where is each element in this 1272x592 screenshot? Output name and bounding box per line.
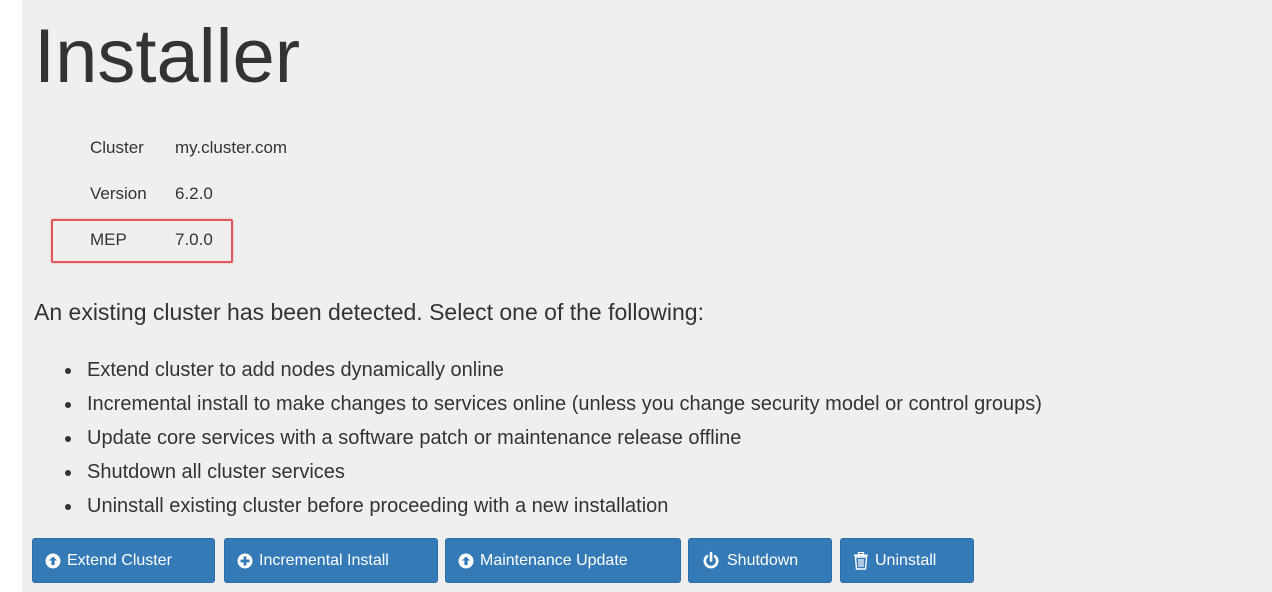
info-value: my.cluster.com	[175, 138, 288, 157]
detection-prompt: An existing cluster has been detected. S…	[34, 299, 704, 325]
uninstall-button[interactable]: Uninstall	[840, 538, 974, 583]
list-item: Shutdown all cluster services	[59, 455, 1042, 489]
plus-circle-icon	[237, 553, 253, 569]
arrow-up-circle-icon	[458, 553, 474, 569]
button-label: Shutdown	[727, 552, 799, 569]
button-label: Incremental Install	[259, 552, 389, 569]
list-item: Update core services with a software pat…	[59, 421, 1042, 455]
shutdown-button[interactable]: Shutdown	[688, 538, 832, 583]
button-label: Maintenance Update	[480, 552, 628, 569]
button-label: Extend Cluster	[67, 552, 172, 569]
page-title: Installer	[34, 14, 301, 99]
arrow-up-circle-icon	[45, 553, 61, 569]
power-icon	[701, 551, 721, 571]
extend-cluster-button[interactable]: Extend Cluster	[32, 538, 215, 583]
installer-panel: Installer Cluster my.cluster.com Version…	[22, 0, 1272, 592]
list-item: Uninstall existing cluster before procee…	[59, 489, 1042, 523]
mep-highlight-box	[51, 219, 233, 263]
info-key: Cluster	[90, 138, 144, 157]
info-value: 6.2.0	[175, 184, 213, 203]
button-label: Uninstall	[875, 552, 937, 569]
maintenance-update-button[interactable]: Maintenance Update	[445, 538, 681, 583]
list-item: Extend cluster to add nodes dynamically …	[59, 353, 1042, 387]
list-item: Incremental install to make changes to s…	[59, 387, 1042, 421]
incremental-install-button[interactable]: Incremental Install	[224, 538, 438, 583]
trash-icon	[853, 551, 869, 570]
options-list: Extend cluster to add nodes dynamically …	[59, 353, 1042, 523]
info-key: Version	[90, 184, 147, 203]
